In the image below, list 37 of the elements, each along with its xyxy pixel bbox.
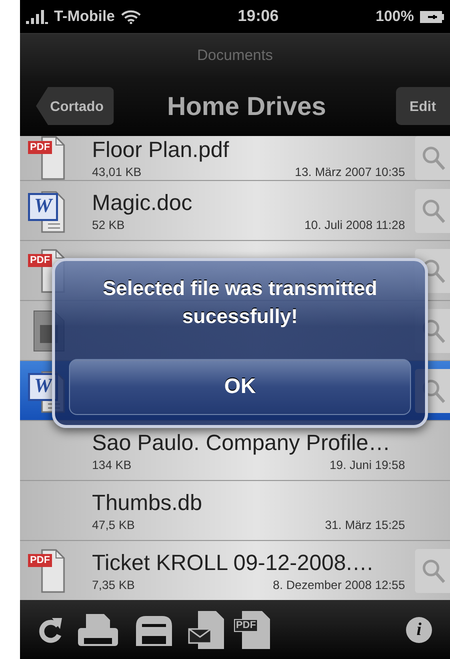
printer-button[interactable] bbox=[76, 612, 120, 648]
file-row[interactable]: Thumbs.db 47,5 KB 31. März 15:25 bbox=[20, 481, 450, 541]
info-button[interactable]: i bbox=[406, 616, 432, 642]
carrier-name: T-Mobile bbox=[54, 8, 115, 25]
nav-prompt: Documents bbox=[197, 46, 273, 64]
refresh-button[interactable] bbox=[38, 616, 64, 644]
file-date: 13. März 2007 10:35 bbox=[294, 165, 405, 179]
file-name: Thumbs.db bbox=[92, 490, 204, 516]
file-size: 134 KB bbox=[92, 458, 132, 472]
magnifier-icon bbox=[420, 145, 444, 171]
alert-message: Selected file was transmitted sucessfully! bbox=[102, 277, 378, 330]
battery-charging-icon bbox=[420, 10, 444, 24]
edit-button[interactable]: Edit bbox=[396, 87, 450, 125]
file-size: 47,5 KB bbox=[92, 518, 135, 532]
file-size: 52 KB bbox=[92, 218, 125, 232]
back-button[interactable]: Cortado bbox=[36, 87, 114, 125]
file-size: 7,35 KB bbox=[92, 578, 135, 592]
file-size: 43,01 KB bbox=[92, 165, 142, 179]
file-row[interactable]: W Magic.doc 52 KB 10. Juli 2008 11:28 bbox=[20, 181, 450, 241]
magnifier-icon bbox=[420, 198, 444, 224]
battery-percent: 100% bbox=[376, 8, 414, 25]
file-row[interactable]: PDF Floor Plan.pdf 43,01 KB 13. März 2007 10:35 bbox=[20, 136, 450, 181]
file-name: Sao Paulo. Company Profile… bbox=[92, 430, 392, 456]
magnifier-icon bbox=[420, 558, 444, 584]
signal-icon bbox=[26, 10, 48, 24]
file-name: Ticket KROLL 09-12-2008.… bbox=[92, 550, 376, 576]
file-date: 8. Dezember 2008 12:55 bbox=[272, 578, 405, 592]
mail-document-button[interactable] bbox=[188, 608, 226, 650]
file-name: Magic.doc bbox=[92, 190, 194, 216]
file-date: 19. Juni 19:58 bbox=[330, 458, 405, 472]
wifi-icon bbox=[120, 10, 141, 24]
ok-button[interactable]: OK bbox=[69, 359, 411, 415]
file-date: 10. Juli 2008 11:28 bbox=[304, 218, 405, 232]
nav-title: Home Drives bbox=[166, 90, 328, 122]
clock-time: 19:06 bbox=[238, 8, 279, 26]
file-name: Floor Plan.pdf bbox=[92, 137, 230, 163]
file-date: 31. März 15:25 bbox=[324, 518, 405, 532]
